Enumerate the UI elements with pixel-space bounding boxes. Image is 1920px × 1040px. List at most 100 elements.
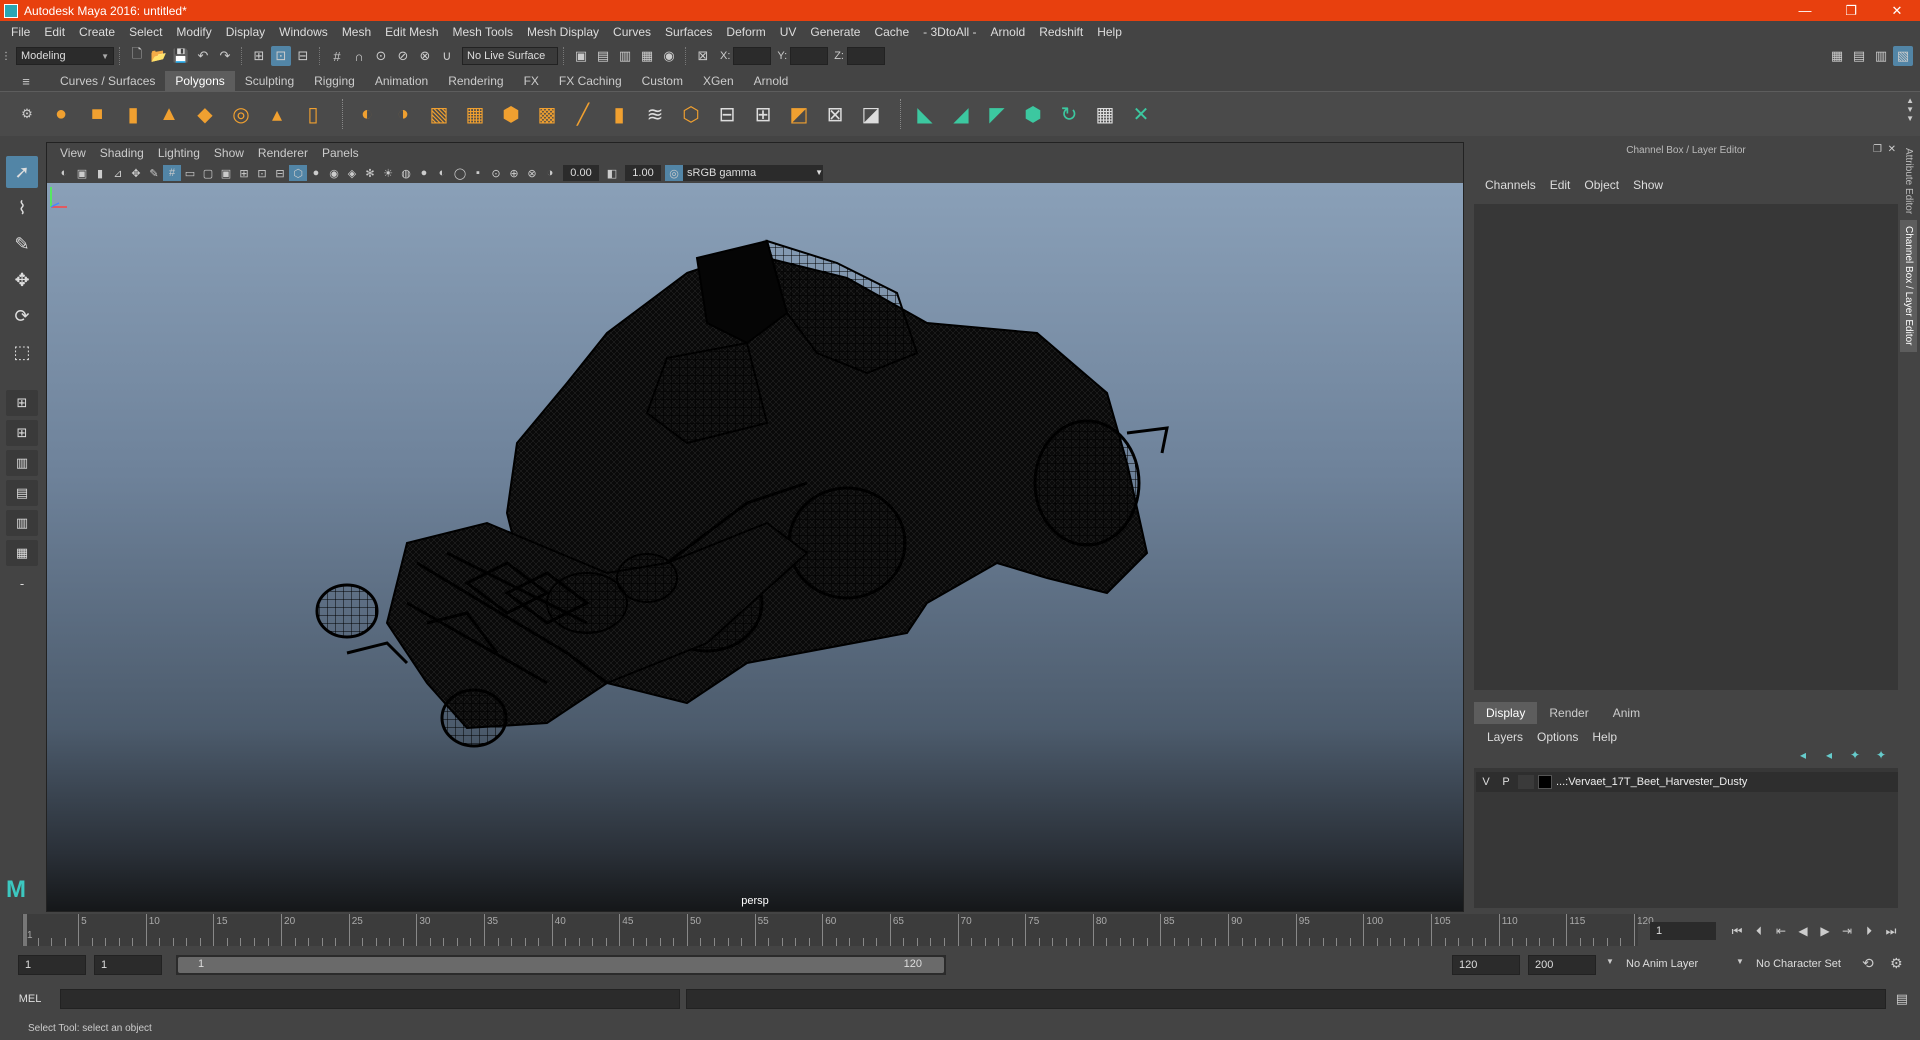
tool-settings-toggle-icon[interactable]: ▥ [1871,46,1891,66]
menu-set-handle-icon[interactable]: ⋮ [1,46,11,66]
open-scene-icon[interactable]: 📂 [149,46,169,66]
extract-icon[interactable]: ▧ [424,99,454,129]
panel-float-icon[interactable]: ❐ [1873,144,1882,155]
shelf-tab-xgen[interactable]: XGen [693,71,744,91]
menu-windows[interactable]: Windows [272,25,335,39]
transform-mode-icon[interactable]: ⊠ [693,46,713,66]
step-back-frame-icon[interactable]: ⏴ [1748,920,1770,942]
go-to-start-icon[interactable]: ⏮ [1726,920,1748,942]
default-material-icon[interactable]: ◉ [325,165,343,181]
poly-cone-icon[interactable]: ▲ [154,99,184,129]
shelf-tab-polygons[interactable]: Polygons [165,71,235,91]
multi-cut-icon[interactable]: ╱ [568,99,598,129]
layer-display-type-toggle[interactable] [1518,775,1534,789]
menu-cache[interactable]: Cache [867,25,916,39]
combine-icon[interactable]: ◐ [352,99,382,129]
menu-help[interactable]: Help [1090,25,1129,39]
step-forward-key-icon[interactable]: ⇥ [1836,920,1858,942]
view-transform-dropdown[interactable]: sRGB gamma ▼ [683,165,823,181]
single-perspective-layout-icon[interactable]: ⊞ [6,390,38,416]
panel-menu-show[interactable]: Show [207,146,251,160]
smooth-icon[interactable]: ▦ [460,99,490,129]
shelf-tab-fx-caching[interactable]: FX Caching [549,71,632,91]
snap-point-icon[interactable]: ⊙ [371,46,391,66]
save-scene-icon[interactable]: 💾 [171,46,191,66]
planar-mapping-icon[interactable]: ◣ [910,99,940,129]
mel-command-input[interactable] [60,989,680,1009]
poly-torus-icon[interactable]: ◎ [226,99,256,129]
perspective-outliner-layout-icon[interactable]: ▥ [6,450,38,476]
shelf-scroll-down-icon[interactable]: ▼ [1906,105,1914,114]
menu-surfaces[interactable]: Surfaces [658,25,719,39]
menu-generate[interactable]: Generate [803,25,867,39]
shelf-tab-animation[interactable]: Animation [365,71,438,91]
menu-mesh-tools[interactable]: Mesh Tools [446,25,520,39]
live-surface-field[interactable]: No Live Surface [462,47,558,65]
checker-icon[interactable]: ▦ [1090,99,1120,129]
move-layer-up-icon[interactable]: ◂ [1790,748,1816,762]
z-coordinate-field[interactable] [846,47,885,65]
range-slider-handle[interactable]: 1 120 [178,957,944,973]
magnet-icon[interactable]: ∪ [437,46,457,66]
hypershade-icon[interactable]: ◉ [659,46,679,66]
color-management-icon[interactable]: ◎ [665,165,683,181]
menu-display[interactable]: Display [219,25,272,39]
menu-mesh-display[interactable]: Mesh Display [520,25,606,39]
xray-icon[interactable]: ⊙ [487,165,505,181]
paint-select-tool-icon[interactable]: ✎ [6,228,38,260]
x-coordinate-field[interactable] [733,47,772,65]
select-tool-icon[interactable]: ➚ [6,156,38,188]
bookmarks-icon[interactable]: ▮ [91,165,109,181]
anti-aliasing-icon[interactable]: ◐ [433,165,451,181]
new-empty-layer-icon[interactable]: ✦ [1842,748,1868,762]
character-set-dropdown-icon[interactable]: ▼ [1736,957,1744,966]
snap-curve-icon[interactable]: ∩ [349,46,369,66]
select-hierarchy-icon[interactable]: ⊞ [249,46,269,66]
poly-cylinder-icon[interactable]: ▮ [118,99,148,129]
playback-end-field[interactable]: 120 [1452,955,1520,975]
undo-icon[interactable]: ↶ [193,46,213,66]
shelf-options-icon[interactable]: ⚙ [17,104,37,124]
poly-pipe-icon[interactable]: ▯ [298,99,328,129]
menu-select[interactable]: Select [122,25,169,39]
layer-tab-anim[interactable]: Anim [1601,702,1652,724]
menu-redshift[interactable]: Redshift [1032,25,1090,39]
shelf-tab-sculpting[interactable]: Sculpting [235,71,304,91]
gamma-field[interactable]: 1.00 [625,165,661,181]
xray-joints-icon[interactable]: ⊕ [505,165,523,181]
play-backwards-icon[interactable]: ◀ [1792,920,1814,942]
ambient-occlusion-icon[interactable]: ◍ [397,165,415,181]
shelf-tab-fx[interactable]: FX [514,71,549,91]
safe-action-icon[interactable]: ⊡ [253,165,271,181]
shelf-tab-rigging[interactable]: Rigging [304,71,365,91]
spherical-mapping-icon[interactable]: ◤ [982,99,1012,129]
perspective-viewport[interactable]: persp [47,183,1463,911]
textured-icon[interactable]: ◈ [343,165,361,181]
exposure-field[interactable]: 0.00 [563,165,599,181]
panel-menu-shading[interactable]: Shading [93,146,151,160]
uv-editor-icon[interactable]: ↻ [1054,99,1084,129]
insert-edge-loop-icon[interactable]: ⊟ [712,99,742,129]
shadows-icon[interactable]: ☀ [379,165,397,181]
grease-pencil-icon[interactable]: ✎ [145,165,163,181]
custom-layout-icon[interactable]: ▦ [6,540,38,566]
2d-pan-zoom-icon[interactable]: ✥ [127,165,145,181]
cylindrical-mapping-icon[interactable]: ◢ [946,99,976,129]
safe-title-icon[interactable]: ⊟ [271,165,289,181]
script-editor-icon[interactable]: ▤ [1896,991,1908,1007]
extrude-icon[interactable]: ▮ [604,99,634,129]
target-weld-icon[interactable]: ⊞ [748,99,778,129]
animation-end-field[interactable]: 200 [1528,955,1596,975]
step-back-key-icon[interactable]: ⇤ [1770,920,1792,942]
poly-plane-icon[interactable]: ◆ [190,99,220,129]
four-view-layout-icon[interactable]: ⊞ [6,420,38,446]
layer-row[interactable]: V P ...:Vervaet_17T_Beet_Harvester_Dusty [1476,772,1898,792]
gate-mask-icon[interactable]: ▣ [217,165,235,181]
menu-deform[interactable]: Deform [719,25,772,39]
camera-attributes-icon[interactable]: ▣ [73,165,91,181]
mirror-icon[interactable]: ▩ [532,99,562,129]
poke-icon[interactable]: ◪ [856,99,886,129]
current-time-indicator[interactable] [23,914,27,946]
layer-color-swatch[interactable] [1538,775,1552,789]
panel-menu-panels[interactable]: Panels [315,146,366,160]
